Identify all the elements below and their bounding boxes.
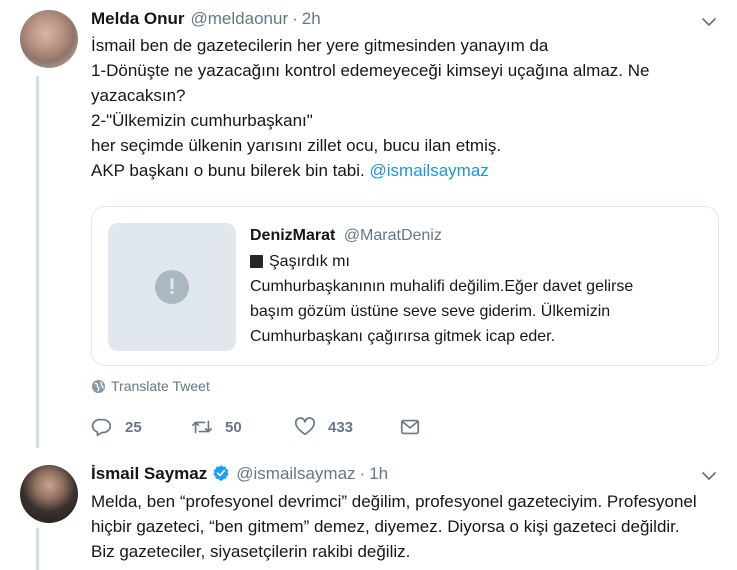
like-count: 433 xyxy=(328,418,354,436)
tweet-line: 1-Dönüşte ne yazacağını kontrol edemeyec… xyxy=(91,61,650,80)
tweet-line: Biz gazeteciler, siyasetçilerin rakibi d… xyxy=(91,542,411,561)
tweet-line: yazacaksın? xyxy=(91,86,186,105)
quoted-line: başım gözüm üstüne seve seve giderim. Ül… xyxy=(250,303,611,320)
tweet-line: AKP başkanı o bunu bilerek bin tabi. @is… xyxy=(91,158,737,183)
like-button[interactable]: 433 xyxy=(294,416,399,438)
separator-dot: · xyxy=(292,9,298,28)
black-square-icon xyxy=(250,255,263,268)
separator-dot: · xyxy=(359,464,366,483)
tweet-text: Melda, ben “profesyonel devrimci” değili… xyxy=(91,489,737,564)
tweet-header: İsmail Saymaz @ismailsaymaz · 1h xyxy=(91,461,737,485)
avatar[interactable] xyxy=(20,10,78,68)
reply-button[interactable]: 25 xyxy=(91,416,191,438)
author-name[interactable]: Melda Onur xyxy=(91,8,185,30)
quoted-subtitle: Şaşırdık mı xyxy=(250,249,704,274)
quoted-tweet[interactable]: ! DenizMarat @MaratDeniz Şaşırdık mı Cum… xyxy=(91,206,719,366)
quoted-subtitle-text: Şaşırdık mı xyxy=(269,253,350,270)
author-handle[interactable]: @meldaonur xyxy=(191,8,289,30)
quoted-text: Cumhurbaşkanının muhalifi değilim.Eğer d… xyxy=(250,274,704,349)
quoted-line: Cumhurbaşkanı çağırırsa gitmek icap eder… xyxy=(250,328,556,345)
quoted-line: Cumhurbaşkanının muhalifi değilim.Eğer d… xyxy=(250,278,634,295)
globe-icon xyxy=(91,379,106,393)
tweet-line-text: AKP başkanı o bunu bilerek bin tabi. xyxy=(91,161,365,180)
tweet-line: her seçimde ülkenin yarısını zillet ocu,… xyxy=(91,136,502,155)
tweet: İsmail Saymaz @ismailsaymaz · 1h Melda, … xyxy=(91,461,737,564)
quoted-tweet-body: DenizMarat @MaratDeniz Şaşırdık mı Cumhu… xyxy=(250,225,704,349)
heart-icon xyxy=(295,417,315,436)
tweet-timestamp[interactable]: 1h xyxy=(369,463,388,485)
quoted-author-name: DenizMarat xyxy=(250,227,336,244)
tweet-text: İsmail ben de gazetecilerin her yere git… xyxy=(91,33,737,183)
thread-connector-lower xyxy=(36,528,39,570)
tweet: Melda Onur @meldaonur · 2h İsmail ben de… xyxy=(91,8,737,183)
exclamation-icon: ! xyxy=(155,270,189,304)
quoted-media-placeholder: ! xyxy=(108,223,236,351)
avatar[interactable] xyxy=(20,465,78,523)
tweet-header: Melda Onur @meldaonur · 2h xyxy=(91,8,737,30)
translate-tweet-link[interactable]: Translate Tweet xyxy=(91,378,210,394)
retweet-icon xyxy=(192,420,212,434)
thread-connector xyxy=(36,76,39,448)
reply-icon xyxy=(91,418,112,437)
tweet-line: hiçbir gazeteci, “ben gitmem” demez, diy… xyxy=(91,517,680,536)
quoted-author-handle: @MaratDeniz xyxy=(343,227,442,244)
tweet-timestamp[interactable]: 2h xyxy=(302,8,321,30)
quoted-header: DenizMarat @MaratDeniz xyxy=(250,225,704,247)
reply-count: 25 xyxy=(125,418,142,436)
envelope-icon xyxy=(400,419,420,435)
mention-link[interactable]: @ismailsaymaz xyxy=(370,161,489,180)
tweet-actions: 25 50 433 xyxy=(91,413,433,441)
author-handle[interactable]: @ismailsaymaz xyxy=(236,463,355,485)
tweet-line: 2-"Ülkemizin cumhurbaşkanı" xyxy=(91,111,313,130)
retweet-count: 50 xyxy=(225,418,242,436)
author-name[interactable]: İsmail Saymaz xyxy=(91,463,207,485)
translate-label: Translate Tweet xyxy=(111,378,210,394)
retweet-button[interactable]: 50 xyxy=(191,416,294,438)
verified-badge-icon xyxy=(213,465,229,481)
tweet-line: İsmail ben de gazetecilerin her yere git… xyxy=(91,36,549,55)
direct-message-button[interactable] xyxy=(399,416,433,438)
tweet-line: Melda, ben “profesyonel devrimci” değili… xyxy=(91,492,697,511)
